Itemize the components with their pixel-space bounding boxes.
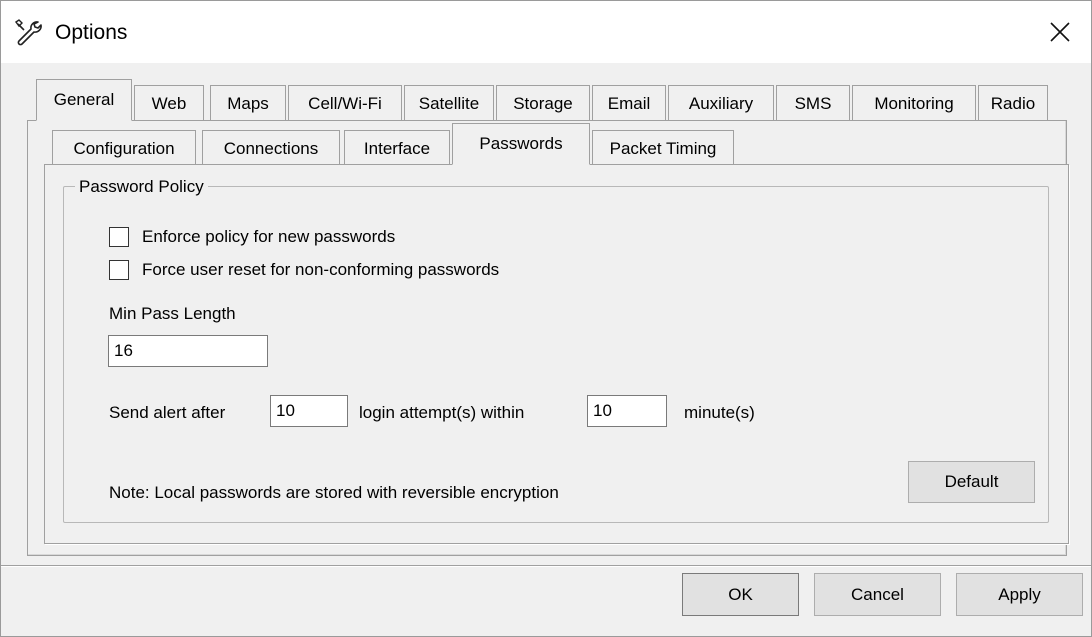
min-pass-length-input[interactable] xyxy=(108,335,268,367)
tab-label: Maps xyxy=(227,93,269,113)
tab-label: Monitoring xyxy=(874,93,954,113)
tab-label: Interface xyxy=(363,138,431,158)
alert-prefix-label: Send alert after xyxy=(109,403,226,422)
tab-connections[interactable]: Connections xyxy=(202,130,340,166)
close-icon xyxy=(1050,22,1070,42)
password-policy-title: Password Policy xyxy=(75,177,208,197)
tab-web[interactable]: Web xyxy=(134,85,204,121)
tab-interface[interactable]: Interface xyxy=(344,130,450,166)
force-reset-label: Force user reset for non-conforming pass… xyxy=(142,260,500,279)
checkbox-box[interactable] xyxy=(109,227,129,247)
tab-label: Storage xyxy=(513,93,573,113)
tab-label: Configuration xyxy=(73,138,175,158)
tab-label: General xyxy=(53,90,115,109)
tab-auxiliary[interactable]: Auxiliary xyxy=(668,85,774,121)
tab-email[interactable]: Email xyxy=(592,85,666,121)
default-button[interactable]: Default xyxy=(908,461,1035,503)
force-reset-checkbox[interactable]: Force user reset for non-conforming pass… xyxy=(109,260,499,280)
tab-label: SMS xyxy=(794,93,832,113)
options-dialog: Options General Web Maps Cell/Wi-Fi Sate… xyxy=(0,0,1092,637)
enforce-policy-checkbox[interactable]: Enforce policy for new passwords xyxy=(109,227,395,247)
tab-label: Cell/Wi-Fi xyxy=(308,93,382,113)
tab-configuration[interactable]: Configuration xyxy=(52,130,196,166)
encryption-note: Note: Local passwords are stored with re… xyxy=(109,483,559,502)
footer-separator xyxy=(1,565,1091,567)
alert-suffix-label: minute(s) xyxy=(684,403,755,422)
tab-label: Satellite xyxy=(418,93,480,113)
tab-label: Packet Timing xyxy=(609,138,717,158)
tab-label: Connections xyxy=(223,138,319,158)
tab-monitoring[interactable]: Monitoring xyxy=(852,85,976,121)
tab-passwords[interactable]: Passwords xyxy=(452,123,590,165)
cancel-button[interactable]: Cancel xyxy=(814,573,941,616)
tab-cell-wifi[interactable]: Cell/Wi-Fi xyxy=(288,85,402,121)
tab-radio[interactable]: Radio xyxy=(978,85,1048,121)
title-bar: Options xyxy=(1,1,1091,63)
alert-middle-label: login attempt(s) within xyxy=(359,403,525,422)
checkbox-box[interactable] xyxy=(109,260,129,280)
tab-sms[interactable]: SMS xyxy=(776,85,850,121)
tab-packet-timing[interactable]: Packet Timing xyxy=(592,130,734,166)
alert-minutes-input[interactable] xyxy=(587,395,667,427)
tab-label: Passwords xyxy=(479,134,563,153)
tab-label: Email xyxy=(607,93,651,113)
tab-label: Web xyxy=(151,93,187,113)
tab-storage[interactable]: Storage xyxy=(496,85,590,121)
tab-satellite[interactable]: Satellite xyxy=(404,85,494,121)
window-title: Options xyxy=(55,21,128,44)
enforce-policy-label: Enforce policy for new passwords xyxy=(142,227,396,246)
tab-general[interactable]: General xyxy=(36,79,132,121)
tab-label: Auxiliary xyxy=(688,93,754,113)
login-attempts-input[interactable] xyxy=(270,395,348,427)
tab-label: Radio xyxy=(990,93,1036,113)
min-pass-length-label: Min Pass Length xyxy=(109,304,236,323)
close-button[interactable] xyxy=(1029,1,1091,63)
wrench-icon xyxy=(14,18,44,48)
ok-button[interactable]: OK xyxy=(682,573,799,616)
tab-maps[interactable]: Maps xyxy=(210,85,286,121)
apply-button[interactable]: Apply xyxy=(956,573,1083,616)
